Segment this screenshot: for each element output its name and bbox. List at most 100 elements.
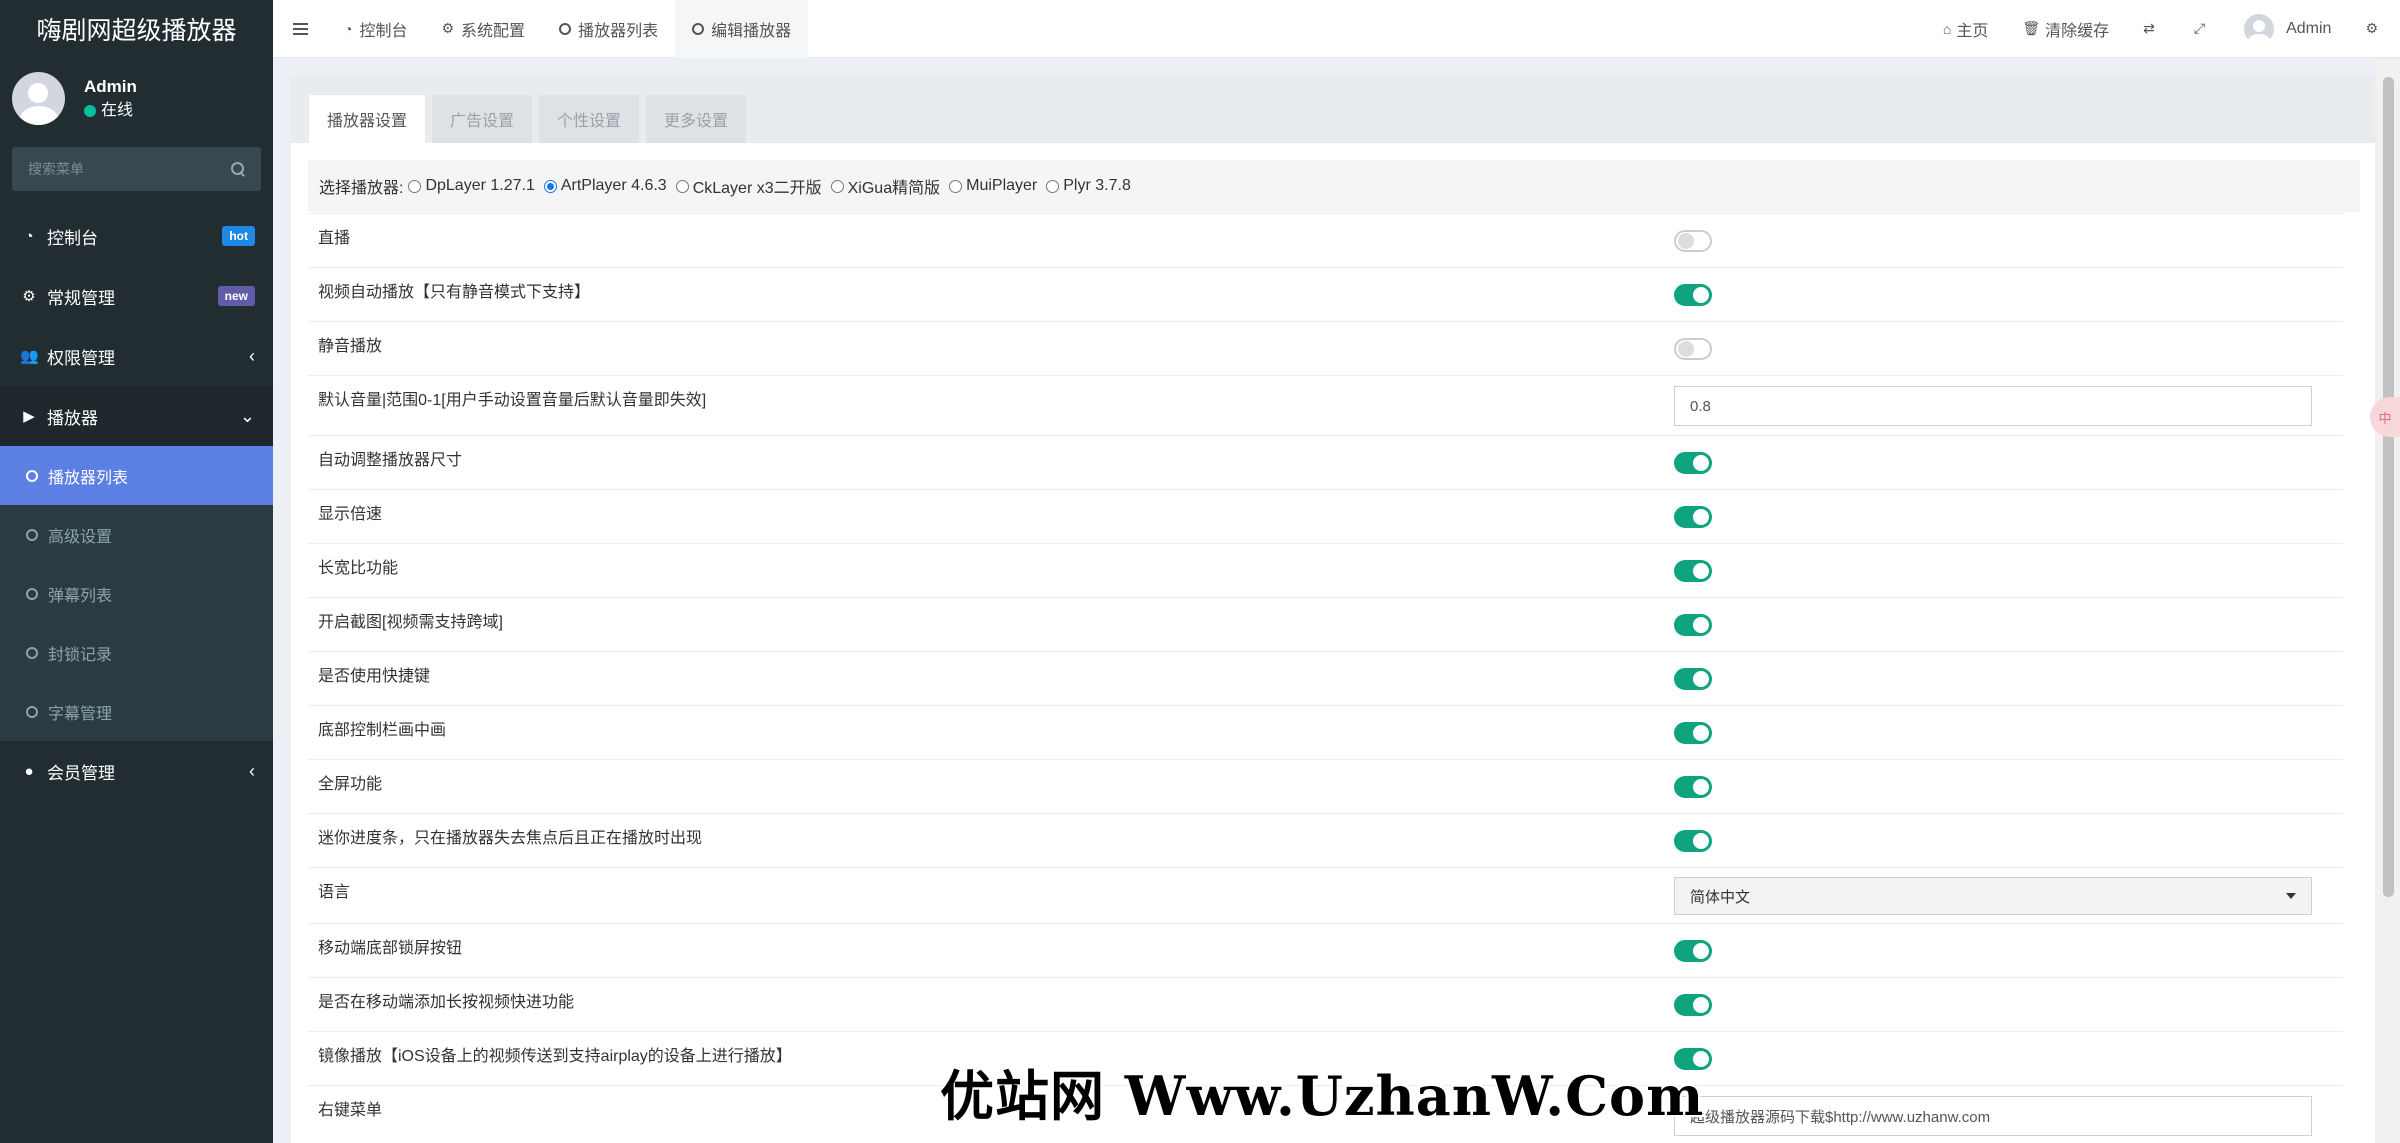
setting-toggle[interactable] (1674, 506, 1712, 528)
hamburger-icon (292, 27, 308, 30)
setting-control (1674, 776, 1712, 798)
settings-button[interactable]: ⚙ (2348, 0, 2400, 58)
sidebar-item-blocked[interactable]: 封锁记录 (0, 623, 273, 682)
setting-toggle[interactable] (1674, 994, 1712, 1016)
sidebar-item-subtitles[interactable]: 字幕管理 (0, 682, 273, 741)
language-icon: ⇄ (2143, 20, 2155, 36)
new-badge: new (217, 286, 255, 306)
player-option-muiplayer[interactable]: MuiPlayer (944, 177, 1037, 195)
clear-cache-label: 清除缓存 (2045, 22, 2110, 40)
setting-toggle[interactable] (1674, 668, 1712, 690)
avatar (2244, 13, 2275, 44)
hot-badge: hot (222, 226, 255, 246)
scrollbar-thumb[interactable] (2383, 77, 2394, 897)
setting-label: 是否使用快捷键 (318, 668, 431, 685)
setting-toggle[interactable] (1674, 230, 1712, 252)
tab-label: 播放器列表 (578, 22, 659, 40)
tab-ad-settings[interactable]: 广告设置 (432, 95, 533, 143)
circle-icon (26, 705, 38, 718)
setting-row: 底部控制栏画中画 (308, 705, 2343, 759)
setting-input[interactable]: 超级播放器源码下载$http://www.uzhanw.com (1674, 1096, 2312, 1136)
tab-label: 系统配置 (461, 22, 526, 40)
sidebar-item-dashboard[interactable]: ◔ 控制台 hot (0, 206, 273, 266)
sidebar-item-advanced[interactable]: 高级设置 (0, 505, 273, 564)
setting-label: 视频自动播放【只有静音模式下支持】 (318, 284, 591, 301)
sidebar-item-general[interactable]: ⚙ 常规管理 new (0, 266, 273, 326)
user-menu[interactable]: Admin (2227, 0, 2348, 58)
toggle-knob (1693, 563, 1709, 579)
setting-toggle[interactable] (1674, 452, 1712, 474)
setting-label: 开启截图[视频需支持跨域] (318, 614, 503, 631)
option-label: MuiPlayer (966, 177, 1038, 194)
setting-label: 迷你进度条，只在播放器失去焦点后且正在播放时出现 (318, 830, 703, 847)
clear-cache-button[interactable]: 🗑 清除缓存 (2005, 0, 2126, 58)
tab-player-list[interactable]: 播放器列表 (542, 0, 675, 58)
circle-icon (26, 469, 38, 482)
tab-edit-player[interactable]: 编辑播放器 (675, 0, 809, 58)
menu-search-input[interactable]: 搜索菜单 (12, 147, 261, 191)
setting-toggle[interactable] (1674, 722, 1712, 744)
setting-toggle[interactable] (1674, 338, 1712, 360)
tab-more-settings[interactable]: 更多设置 (646, 95, 747, 143)
tab-personal-settings[interactable]: 个性设置 (539, 95, 640, 143)
fullscreen-button[interactable]: ⤢ (2177, 0, 2227, 58)
circle-icon (26, 587, 38, 600)
setting-toggle[interactable] (1674, 830, 1712, 852)
user-name: Admin (84, 77, 137, 96)
radio-button[interactable] (1046, 179, 1060, 193)
search-icon[interactable] (231, 162, 245, 176)
settings-list: 直播 视频自动播放【只有静音模式下支持】 静音播放 默认音量|范围0-1[用户手动设置… (308, 213, 2343, 1143)
sidebar-item-label: 权限管理 (47, 348, 115, 368)
setting-toggle[interactable] (1674, 560, 1712, 582)
setting-row: 是否在移动端添加长按视频快进功能 (308, 977, 2343, 1031)
sidebar-item-label: 封锁记录 (48, 646, 113, 664)
tab-player-settings[interactable]: 播放器设置 (309, 95, 426, 143)
app-title[interactable]: 嗨剧网超级播放器 (0, 0, 273, 58)
users-icon: 👥 (20, 348, 39, 365)
sidebar-item-permissions[interactable]: 👥 权限管理 ‹ (0, 326, 273, 386)
setting-control (1674, 284, 1712, 306)
player-option-dplayer[interactable]: DpLayer 1.27.1 (403, 177, 535, 195)
cogs-icon: ⚙ (2365, 20, 2378, 36)
sidebar-toggle-button[interactable] (273, 0, 327, 58)
radio-button[interactable] (408, 179, 422, 193)
language-select[interactable]: 简体中文 (1674, 877, 2312, 915)
toggle-knob (1693, 509, 1709, 525)
radio-button[interactable] (949, 179, 963, 193)
home-link[interactable]: ⌂ 主页 (1926, 0, 2005, 58)
player-option-xigua[interactable]: XiGua精简版 (826, 174, 940, 198)
sidebar-item-danmaku[interactable]: 弹幕列表 (0, 564, 273, 623)
sidebar-item-player[interactable]: ▶ 播放器 ⌄ (0, 386, 273, 446)
caret-down-icon (2286, 893, 2296, 899)
page-scrollbar[interactable] (2376, 59, 2400, 1143)
sidebar-item-members[interactable]: ● 会员管理 ‹ (0, 741, 273, 801)
chevron-left-icon: ‹ (249, 760, 255, 781)
settings-tabs: 播放器设置 广告设置 个性设置 更多设置 (291, 77, 2375, 143)
sidebar-item-label: 播放器列表 (48, 469, 129, 487)
setting-control (1674, 940, 1712, 962)
setting-toggle[interactable] (1674, 614, 1712, 636)
radio-button[interactable] (830, 179, 844, 193)
toggle-knob (1678, 341, 1694, 357)
user-menu-label: Admin (2286, 19, 2332, 37)
circle-icon (692, 22, 705, 35)
language-button[interactable]: ⇄ (2126, 0, 2177, 58)
sidebar-item-label: 控制台 (47, 228, 98, 248)
select-value: 简体中文 (1690, 888, 1751, 906)
setting-toggle[interactable] (1674, 776, 1712, 798)
sidebar-item-player-list[interactable]: 播放器列表 (0, 446, 273, 505)
player-option-cklayer[interactable]: CkLayer x3二开版 (671, 174, 822, 198)
setting-label: 默认音量|范围0-1[用户手动设置音量后默认音量即失效] (318, 392, 707, 409)
radio-button[interactable] (675, 179, 689, 193)
player-option-artplayer[interactable]: ArtPlayer 4.6.3 (539, 177, 667, 195)
setting-control (1674, 614, 1712, 636)
toggle-knob (1678, 233, 1694, 249)
setting-toggle[interactable] (1674, 284, 1712, 306)
setting-input[interactable]: 0.8 (1674, 386, 2312, 426)
tab-dashboard[interactable]: ◔ 控制台 (327, 0, 424, 58)
tab-system-config[interactable]: ⚙ 系统配置 (424, 0, 542, 58)
setting-row: 全屏功能 (308, 759, 2343, 813)
player-option-plyr[interactable]: Plyr 3.7.8 (1041, 177, 1131, 195)
radio-button[interactable] (543, 179, 557, 193)
setting-toggle[interactable] (1674, 940, 1712, 962)
